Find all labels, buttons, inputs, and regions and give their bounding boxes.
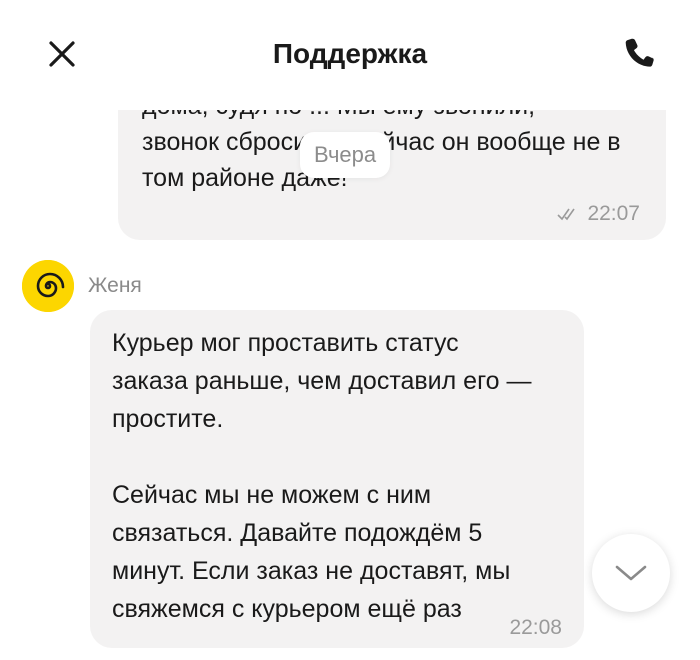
chat-area[interactable]: дома, судя по ... Мы ему звонили, звонок… — [0, 110, 700, 660]
avatar[interactable] — [22, 260, 74, 312]
date-separator: Вчера — [300, 132, 391, 178]
outgoing-message: дома, судя по ... Мы ему звонили, звонок… — [118, 110, 666, 240]
message-text: Курьер мог проставить статус заказа рань… — [112, 329, 532, 623]
sender-name: Женя — [88, 274, 142, 297]
phone-icon — [625, 38, 654, 67]
chat-header: Поддержка — [0, 0, 700, 110]
message-text: дома, судя по ... Мы ему звонили, звонок… — [142, 110, 621, 192]
message-time: 22:08 — [509, 616, 562, 639]
message-time: 22:07 — [587, 202, 640, 225]
spiral-avatar-icon — [22, 260, 74, 312]
incoming-message: Курьер мог проставить статус заказа рань… — [90, 310, 584, 648]
double-check-icon — [557, 208, 576, 221]
chevron-down-icon — [615, 565, 647, 581]
call-button[interactable] — [618, 30, 662, 74]
scroll-down-button[interactable] — [592, 534, 670, 612]
page-title: Поддержка — [272, 38, 428, 69]
message-meta: 22:07 — [557, 202, 640, 226]
